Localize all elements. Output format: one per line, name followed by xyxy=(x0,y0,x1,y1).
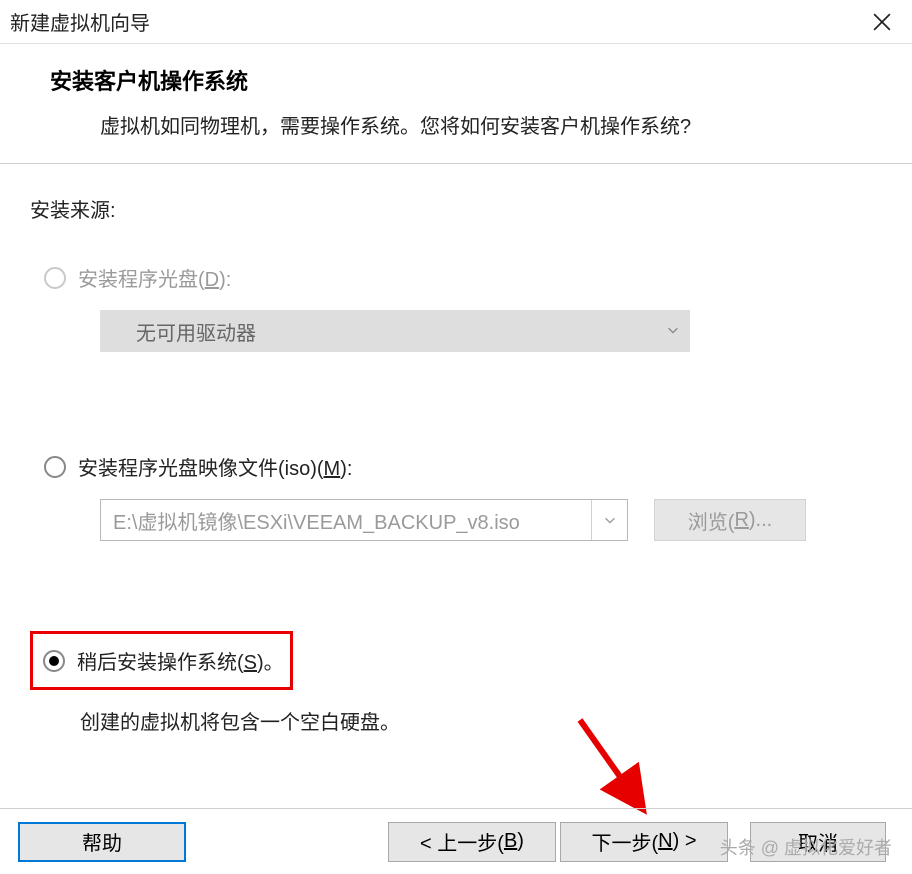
highlight-annotation: 稍后安装操作系统(S)。 xyxy=(30,631,293,690)
install-source-label: 安装来源: xyxy=(30,194,882,223)
option-iso-image-label: 安装程序光盘映像文件(iso)(M): xyxy=(78,452,352,481)
drive-dropdown-text: 无可用驱动器 xyxy=(136,317,256,346)
iso-path-dropdown-button xyxy=(591,500,627,540)
window-title: 新建虚拟机向导 xyxy=(10,7,150,36)
option-installer-disc-label: 安装程序光盘(D): xyxy=(78,263,231,292)
radio-iso-image[interactable] xyxy=(44,456,66,478)
wizard-header: 安装客户机操作系统 虚拟机如同物理机，需要操作系统。您将如何安装客户机操作系统? xyxy=(0,44,912,164)
next-button[interactable]: 下一步(N) > xyxy=(560,822,728,862)
option-installer-disc: 安装程序光盘(D): xyxy=(44,263,882,292)
titlebar: 新建虚拟机向导 xyxy=(0,0,912,44)
option-iso-image[interactable]: 安装程序光盘映像文件(iso)(M): xyxy=(44,452,882,481)
chevron-down-icon xyxy=(603,513,617,527)
chevron-down-icon xyxy=(666,320,680,343)
drive-dropdown: 无可用驱动器 xyxy=(100,310,690,352)
radio-installer-disc xyxy=(44,267,66,289)
browse-button: 浏览(R)... xyxy=(654,499,806,541)
radio-install-later[interactable] xyxy=(43,650,65,672)
iso-path-text: E:\虚拟机镜像\ESXi\VEEAM_BACKUP_v8.iso xyxy=(101,506,591,535)
page-subtitle: 虚拟机如同物理机，需要操作系统。您将如何安装客户机操作系统? xyxy=(100,110,872,139)
help-button[interactable]: 帮助 xyxy=(18,822,186,862)
watermark: 头条 @ 虚拟化爱好者 xyxy=(720,834,892,860)
close-button[interactable] xyxy=(852,0,912,44)
close-icon xyxy=(873,13,891,31)
option-install-later[interactable]: 稍后安装操作系统(S)。 xyxy=(43,646,284,675)
option-install-later-label: 稍后安装操作系统(S)。 xyxy=(77,646,284,675)
content-area: 安装来源: 安装程序光盘(D): 无可用驱动器 安装程序光盘映像文件(iso)(… xyxy=(0,164,912,735)
page-title: 安装客户机操作系统 xyxy=(50,64,872,96)
iso-path-input: E:\虚拟机镜像\ESXi\VEEAM_BACKUP_v8.iso xyxy=(100,499,628,541)
back-button[interactable]: < 上一步(B) xyxy=(388,822,556,862)
install-later-description: 创建的虚拟机将包含一个空白硬盘。 xyxy=(80,706,882,735)
